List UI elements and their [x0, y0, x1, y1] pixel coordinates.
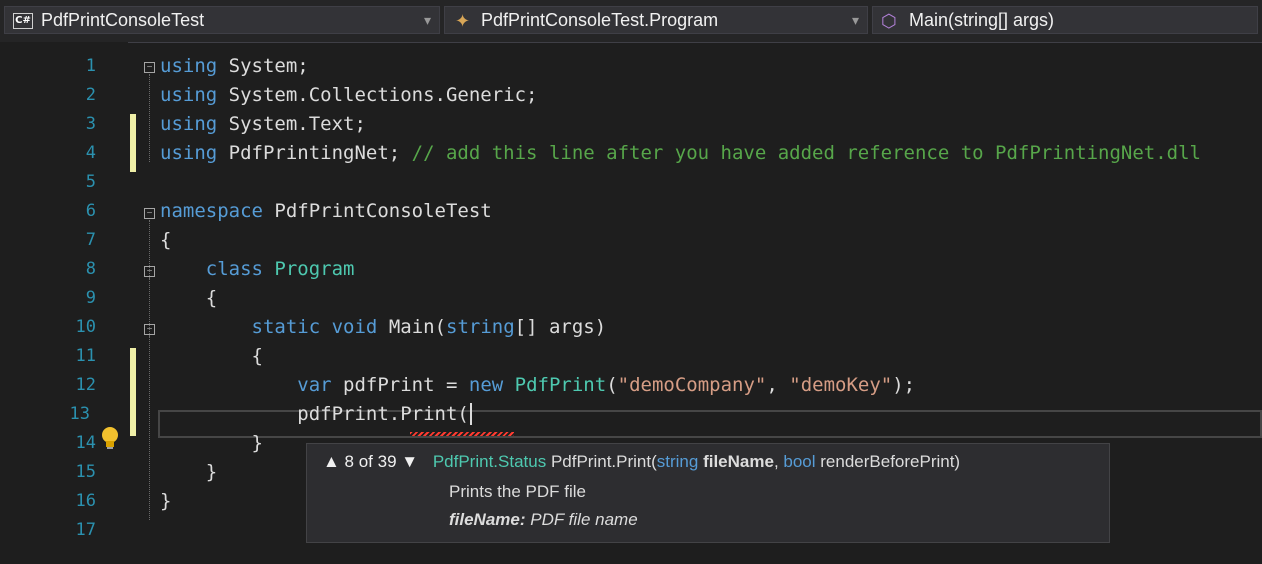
- lightbulb-icon[interactable]: [100, 425, 120, 451]
- outline-guide: [149, 74, 150, 162]
- line-number: 15: [75, 462, 96, 482]
- param-type: bool: [783, 452, 816, 471]
- code-line-10: static void Main(string[] args): [251, 316, 607, 338]
- parameter-info-tooltip: ▲ 8 of 39 ▼ PdfPrint.Status PdfPrint.Pri…: [306, 443, 1110, 543]
- csharp-project-icon: C#: [13, 13, 33, 29]
- code-line-3: using System.Text;: [160, 113, 366, 135]
- line-number: 5: [85, 172, 96, 192]
- type-name: PdfPrintConsoleTest.Program: [481, 10, 719, 30]
- code-line-14: }: [160, 432, 263, 454]
- line-number: 2: [85, 85, 96, 105]
- line-number: 13: [69, 404, 90, 424]
- code-line-11: {: [160, 345, 263, 367]
- change-marker: [130, 348, 136, 436]
- line-number: 4: [85, 143, 96, 163]
- param-type: string: [656, 452, 699, 471]
- line-number: 8: [85, 259, 96, 279]
- code-line-2: using System.Collections.Generic;: [160, 84, 538, 106]
- line-number: 9: [85, 288, 96, 308]
- code-line-15: }: [160, 461, 218, 483]
- line-number: 6: [85, 201, 96, 221]
- line-number: 7: [85, 230, 96, 250]
- error-squiggle: [410, 432, 514, 436]
- separator: ,: [773, 452, 784, 471]
- collapse-region-icon[interactable]: −: [144, 208, 155, 219]
- tooltip-description: Prints the PDF file: [449, 482, 586, 501]
- param-doc-desc: PDF file name: [525, 510, 638, 529]
- method-icon: ⬡: [881, 11, 897, 31]
- chevron-down-icon: ▾: [851, 12, 859, 28]
- code-line-4: using PdfPrintingNet; // add this line a…: [160, 142, 1201, 164]
- outline-guide: [149, 336, 150, 456]
- class-icon: ✦: [455, 11, 471, 31]
- code-line-9: {: [160, 287, 218, 309]
- member-dropdown[interactable]: ⬡ Main(string[] args): [872, 6, 1258, 34]
- navigation-bar: C# PdfPrintConsoleTest ▾ ✦ PdfPrintConso…: [0, 0, 1262, 43]
- tooltip-signature: ▲ 8 of 39 ▼ PdfPrint.Status PdfPrint.Pri…: [323, 452, 960, 472]
- code-line-8: class Program: [205, 258, 355, 280]
- code-line-7: {: [160, 229, 172, 251]
- line-number: 17: [75, 520, 96, 540]
- chevron-down-icon: ▾: [423, 12, 431, 28]
- type-dropdown[interactable]: ✦ PdfPrintConsoleTest.Program ▾: [444, 6, 868, 34]
- method-signature: PdfPrint.Print(: [546, 452, 657, 471]
- code-line-1: using System;: [160, 55, 309, 77]
- line-number: 16: [75, 491, 96, 511]
- change-marker: [130, 114, 136, 172]
- code-line-16: }: [160, 490, 172, 512]
- collapse-region-icon[interactable]: −: [144, 62, 155, 73]
- tooltip-param-doc: fileName: PDF file name: [449, 510, 638, 530]
- line-number: 3: [85, 114, 96, 134]
- member-name: Main(string[] args): [909, 10, 1055, 30]
- param-name: fileName: [698, 452, 774, 471]
- overload-counter[interactable]: ▲ 8 of 39 ▼: [323, 452, 418, 471]
- project-dropdown[interactable]: C# PdfPrintConsoleTest ▾: [4, 6, 440, 34]
- param-doc-name: fileName:: [449, 510, 526, 529]
- line-number: 11: [75, 346, 96, 366]
- return-type: PdfPrint.Status: [432, 452, 547, 471]
- line-number: 10: [75, 317, 96, 337]
- line-number: 1: [85, 56, 96, 76]
- code-line-13[interactable]: pdfPrint.Print(: [160, 400, 484, 429]
- line-number: 14: [75, 433, 96, 453]
- code-line-6: namespace PdfPrintConsoleTest: [160, 200, 492, 222]
- text-cursor: [469, 403, 484, 425]
- param-name: renderBeforePrint): [815, 452, 961, 471]
- code-line-12: var pdfPrint = new PdfPrint("demoCompany…: [297, 374, 916, 396]
- line-number: 12: [75, 375, 96, 395]
- line-number-gutter: 1 2 3 4 5 6 7 8 9 10 11 12 13 14 15 16 1…: [0, 42, 128, 564]
- project-name: PdfPrintConsoleTest: [41, 10, 205, 30]
